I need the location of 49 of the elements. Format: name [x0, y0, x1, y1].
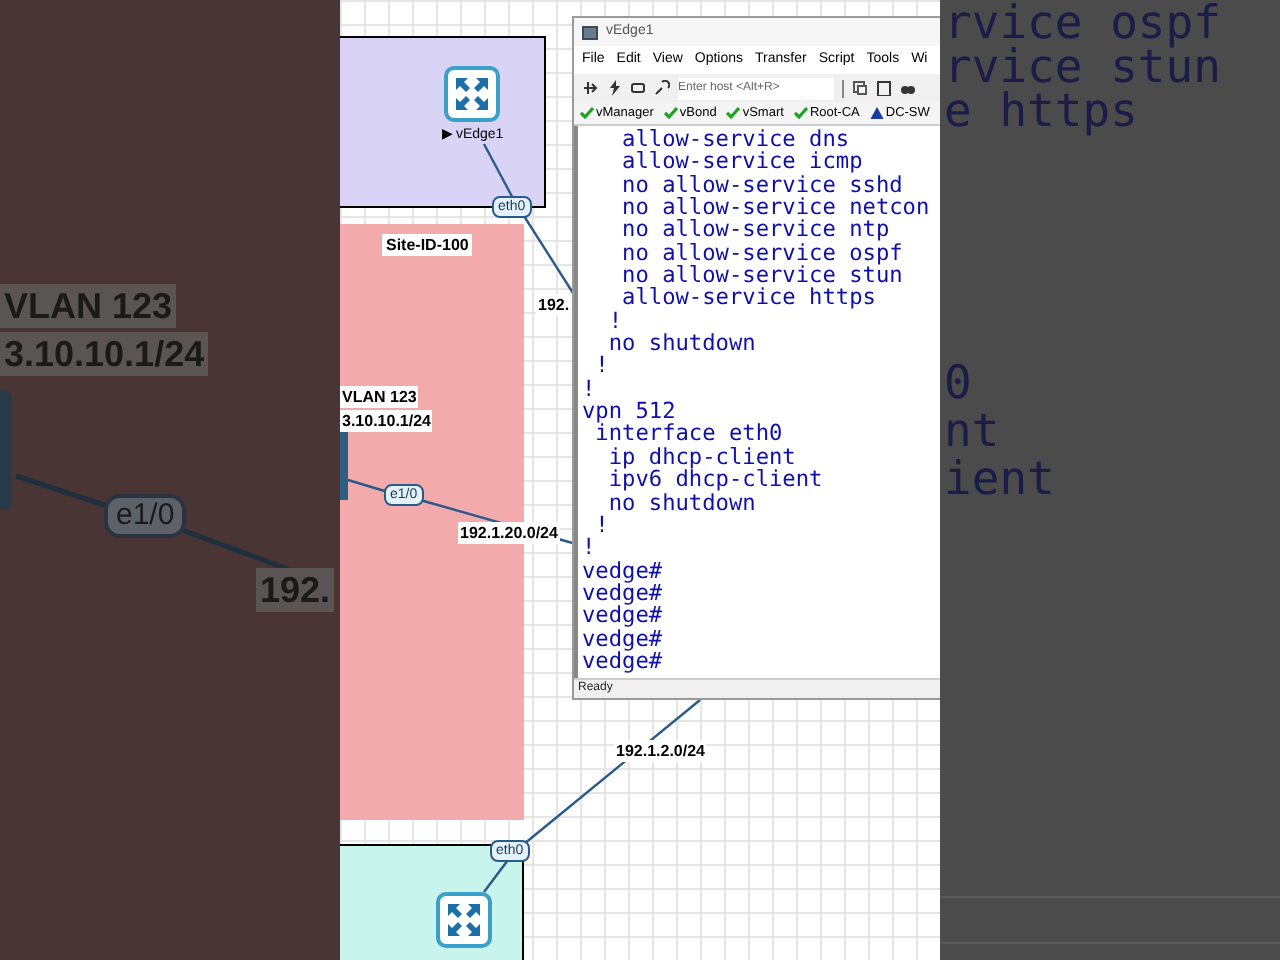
port-label: e1/0 [104, 494, 187, 538]
check-icon [793, 106, 808, 120]
network-label: VLAN 123 [0, 284, 177, 328]
reconnect-icon[interactable] [630, 80, 646, 96]
lightning-icon[interactable] [606, 80, 622, 96]
device-icon [0, 390, 12, 510]
network-label: 192. [256, 568, 335, 612]
network-label: 192.1.2.0/24 [614, 740, 707, 762]
network-label: 3.10.10.1/24 [0, 332, 209, 376]
connect-icon[interactable] [582, 80, 598, 96]
terminal-line: ! [582, 536, 598, 560]
terminal-line: vedge# [582, 559, 665, 582]
terminal-line: no allow-service stun [620, 264, 905, 287]
router-icon [444, 66, 500, 122]
terminal-line: vedge# [582, 627, 665, 650]
terminal-line: vedge# [582, 649, 665, 673]
terminal-line: interface eth0 [595, 422, 785, 446]
terminal-line: ipv6 dhcp-client [606, 468, 825, 491]
terminal-line: ! [606, 309, 625, 333]
app-icon [582, 25, 598, 39]
terminal-line: allow-service dns [620, 128, 850, 151]
terminal-line: ! [582, 377, 598, 401]
router-icon [436, 892, 492, 948]
network-label: 192. [536, 294, 572, 316]
terminal-line: no allow-service ntp [620, 218, 892, 242]
check-icon [580, 106, 594, 120]
terminal-line: no allow-service netcon [620, 196, 932, 219]
terminal-line: vedge# [582, 604, 665, 628]
warning-icon [869, 106, 884, 120]
terminal-line: ! [593, 513, 611, 537]
terminal-line: vpn 512 [582, 400, 676, 423]
network-label: 3.10.10.1/24 [340, 410, 433, 432]
site-label: Site-ID-100 [382, 234, 473, 256]
terminal-line: no allow-service sshd [620, 173, 905, 197]
network-label: VLAN 123 [340, 386, 419, 408]
terminal-line: no shutdown [606, 491, 756, 514]
terminal-line: ip dhcp-client [606, 445, 796, 469]
terminal-line: allow-service https [620, 286, 878, 310]
terminal-line: vedge# [582, 581, 665, 605]
terminal-line: ! [593, 354, 611, 378]
check-icon [663, 106, 678, 120]
check-icon [726, 106, 741, 120]
network-label: 192.1.20.0/24 [458, 522, 560, 544]
terminal-line: allow-service icmp [620, 150, 865, 174]
terminal-line: no shutdown [606, 332, 758, 355]
device-icon [340, 428, 348, 500]
paste-icon[interactable] [876, 80, 892, 96]
terminal-line: no allow-service ospf [620, 241, 905, 265]
copy-icon[interactable] [852, 80, 868, 96]
